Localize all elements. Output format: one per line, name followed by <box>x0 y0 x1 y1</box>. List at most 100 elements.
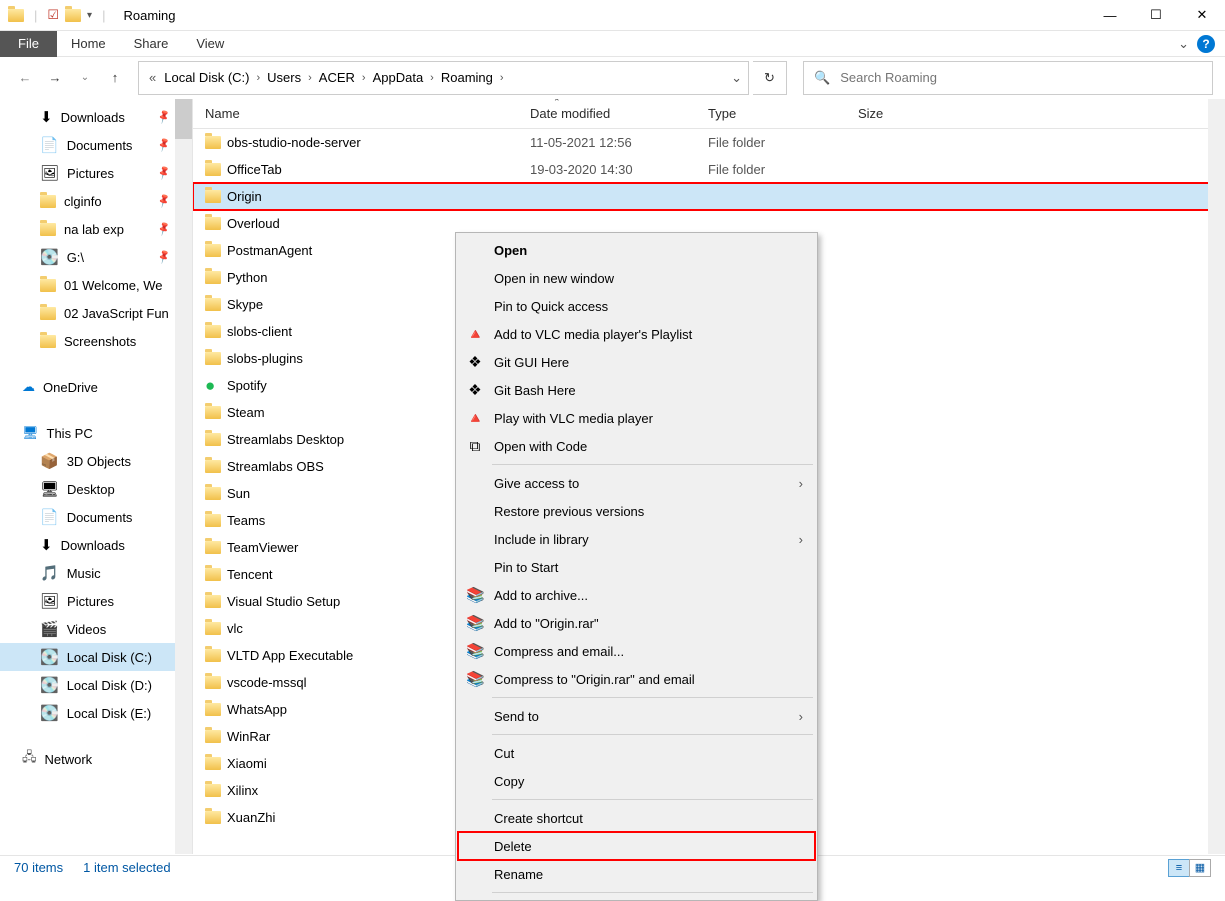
column-date[interactable]: Date modified <box>530 106 708 121</box>
sidebar-item[interactable]: Screenshots <box>0 327 176 355</box>
file-row[interactable]: Origin <box>193 183 1225 210</box>
menu-item-label: Delete <box>494 839 532 854</box>
chevron-right-icon[interactable]: › <box>497 72 507 84</box>
sidebar-item-label: Downloads <box>61 538 125 553</box>
sidebar-item[interactable]: 📄Documents <box>0 131 176 159</box>
up-button[interactable]: ↑ <box>102 65 128 91</box>
file-row[interactable]: OfficeTab19-03-2020 14:30File folder <box>193 156 1225 183</box>
file-row[interactable]: obs-studio-node-server11-05-2021 12:56Fi… <box>193 129 1225 156</box>
menu-item[interactable]: ⧉Open with Code <box>458 432 815 460</box>
sidebar-item[interactable]: 📄Documents <box>0 503 176 531</box>
menu-item[interactable]: 🔺Play with VLC media player <box>458 404 815 432</box>
menu-item[interactable]: ❖Git Bash Here <box>458 376 815 404</box>
sidebar-item-icon: ⬇ <box>40 110 53 125</box>
breadcrumb-part[interactable]: AppData <box>369 70 428 85</box>
menu-item[interactable]: Copy <box>458 767 815 795</box>
sidebar-item[interactable]: 💽Local Disk (E:) <box>0 699 176 727</box>
sidebar-item[interactable]: 💽Local Disk (C:) <box>0 643 176 671</box>
refresh-button[interactable]: ↻ <box>753 61 787 95</box>
sidebar-head-icon: ☁ <box>22 379 35 395</box>
recent-dropdown[interactable]: ⌄ <box>72 65 98 91</box>
menu-item[interactable]: Restore previous versions <box>458 497 815 525</box>
view-details-button[interactable]: ≡ <box>1168 859 1190 877</box>
menu-item[interactable]: ❖Git GUI Here <box>458 348 815 376</box>
breadcrumb-part[interactable]: Local Disk (C:) <box>160 70 253 85</box>
chevron-right-icon[interactable]: › <box>253 72 263 84</box>
tab-home[interactable]: Home <box>57 31 120 57</box>
search-input[interactable] <box>840 70 1202 85</box>
column-type[interactable]: Type <box>708 106 858 121</box>
menu-item-label: Add to VLC media player's Playlist <box>494 327 692 342</box>
column-name[interactable]: Name <box>205 106 530 121</box>
file-tab[interactable]: File <box>0 31 57 57</box>
column-headers[interactable]: ⌃ Name Date modified Type Size <box>193 99 1225 129</box>
sidebar-item-icon: 🖥 <box>40 482 59 497</box>
menu-item[interactable]: Include in library› <box>458 525 815 553</box>
tab-share[interactable]: Share <box>120 31 183 57</box>
menu-item-label: Git Bash Here <box>494 383 576 398</box>
content-scrollbar[interactable] <box>1208 99 1225 854</box>
breadcrumb[interactable]: « Local Disk (C:)›Users›ACER›AppData›Roa… <box>138 61 749 95</box>
forward-button[interactable]: → <box>42 65 68 91</box>
menu-item[interactable]: Create shortcut <box>458 804 815 832</box>
breadcrumb-part[interactable]: Users <box>263 70 305 85</box>
title-bar: | ☑ ▾ | Roaming — ☐ ✕ <box>0 0 1225 31</box>
sidebar-item[interactable]: ⬇ Downloads <box>0 103 176 131</box>
breadcrumb-part[interactable]: Roaming <box>437 70 497 85</box>
sidebar-item[interactable]: 02 JavaScript Fun <box>0 299 176 327</box>
sidebar-section-head[interactable]: 🖧Network <box>0 745 176 773</box>
sidebar-section-head[interactable]: 🖥This PC <box>0 419 176 447</box>
close-button[interactable]: ✕ <box>1179 0 1225 31</box>
menu-item[interactable]: 📚Compress to "Origin.rar" and email <box>458 665 815 693</box>
qat-check-icon[interactable]: ☑ <box>47 7 59 23</box>
sidebar-item[interactable]: 01 Welcome, We <box>0 271 176 299</box>
sidebar-item-label: Downloads <box>61 110 125 125</box>
menu-item-label: Pin to Start <box>494 560 558 575</box>
qat-folder-icon[interactable] <box>65 9 81 22</box>
sidebar-item[interactable]: clginfo <box>0 187 176 215</box>
menu-item[interactable]: 📚Add to "Origin.rar" <box>458 609 815 637</box>
sidebar-item[interactable]: na lab exp <box>0 215 176 243</box>
sidebar-item[interactable]: 🖼Pictures <box>0 159 176 187</box>
view-thumbnails-button[interactable]: ▦ <box>1189 859 1211 877</box>
ribbon-collapse-icon[interactable]: ⌄ <box>1178 36 1189 52</box>
chevron-right-icon[interactable]: › <box>305 72 315 84</box>
menu-item[interactable]: 📚Compress and email... <box>458 637 815 665</box>
sidebar-item[interactable]: 🖼Pictures <box>0 587 176 615</box>
menu-item[interactable]: Rename <box>458 860 815 888</box>
sidebar-item[interactable]: 💽G:\ <box>0 243 176 271</box>
breadcrumb-part[interactable]: ACER <box>315 70 359 85</box>
minimize-button[interactable]: — <box>1087 0 1133 31</box>
sidebar-item[interactable]: 🖥Desktop <box>0 475 176 503</box>
menu-item[interactable]: Open in new window <box>458 264 815 292</box>
chevron-right-icon[interactable]: › <box>427 72 437 84</box>
maximize-button[interactable]: ☐ <box>1133 0 1179 31</box>
menu-item[interactable]: Give access to› <box>458 469 815 497</box>
sidebar-item[interactable]: 🎵Music <box>0 559 176 587</box>
sidebar-item[interactable]: ⬇Downloads <box>0 531 176 559</box>
back-button[interactable]: ← <box>12 65 38 91</box>
sidebar-scrollbar[interactable] <box>175 99 192 854</box>
menu-item[interactable]: Pin to Quick access <box>458 292 815 320</box>
column-size[interactable]: Size <box>858 106 938 121</box>
menu-item[interactable]: Cut <box>458 739 815 767</box>
sidebar-item-icon: 💽 <box>40 678 59 693</box>
menu-item[interactable]: Pin to Start <box>458 553 815 581</box>
menu-item[interactable]: Send to› <box>458 702 815 730</box>
help-icon[interactable]: ? <box>1197 35 1215 53</box>
menu-item[interactable]: 🔺Add to VLC media player's Playlist <box>458 320 815 348</box>
menu-item-icon: 🔺 <box>466 409 484 427</box>
sidebar-item[interactable]: 💽Local Disk (D:) <box>0 671 176 699</box>
breadcrumb-dropdown-icon[interactable]: ⌄ <box>731 70 742 86</box>
sidebar-section-head[interactable]: ☁OneDrive <box>0 373 176 401</box>
chevron-right-icon[interactable]: › <box>359 72 369 84</box>
menu-item[interactable]: 📚Add to archive... <box>458 581 815 609</box>
sidebar-item[interactable]: 📦3D Objects <box>0 447 176 475</box>
sidebar-item-icon: 📦 <box>40 454 59 469</box>
search-box[interactable]: 🔍 <box>803 61 1213 95</box>
context-menu: OpenOpen in new windowPin to Quick acces… <box>455 232 818 901</box>
sidebar-item[interactable]: 🎬Videos <box>0 615 176 643</box>
menu-item[interactable]: Open <box>458 236 815 264</box>
tab-view[interactable]: View <box>182 31 238 57</box>
menu-item[interactable]: Delete <box>458 832 815 860</box>
